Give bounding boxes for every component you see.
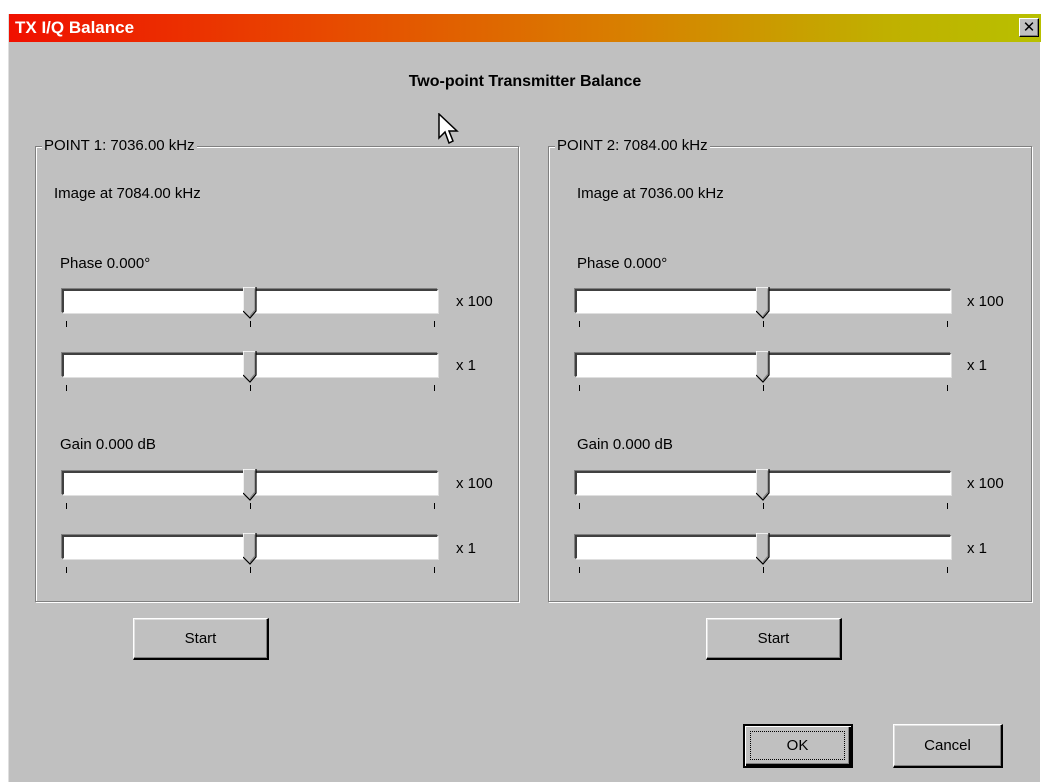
point2-gain-coarse-slider[interactable] [575, 469, 951, 513]
point2-gain-fine-scale: x 1 [967, 540, 988, 557]
point2-legend: POINT 2: 7084.00 kHz [555, 137, 710, 154]
slider-tick [66, 567, 67, 573]
point1-gain-coarse-scale: x 100 [456, 475, 493, 492]
point2-phase-coarse-slider[interactable] [575, 287, 951, 331]
slider-tick [66, 321, 67, 327]
point1-phase-coarse-slider[interactable] [62, 287, 438, 331]
point1-group: POINT 1: 7036.00 kHz Image at 7084.00 kH… [35, 137, 519, 602]
point2-phase-fine-slider[interactable] [575, 351, 951, 395]
slider-tick [250, 503, 251, 509]
slider-thumb[interactable] [243, 287, 257, 319]
slider-tick [250, 567, 251, 573]
point1-legend: POINT 1: 7036.00 kHz [42, 137, 197, 154]
slider-tick [763, 567, 764, 573]
slider-thumb[interactable] [243, 533, 257, 565]
close-icon: ✕ [1022, 18, 1036, 36]
slider-tick [434, 567, 435, 573]
mouse-pointer-icon [438, 113, 459, 145]
slider-tick [947, 503, 948, 509]
slider-tick [579, 385, 580, 391]
point2-group: POINT 2: 7084.00 kHz Image at 7036.00 kH… [548, 137, 1032, 602]
title-bar[interactable]: TX I/Q Balance ✕ [9, 14, 1041, 42]
slider-tick [763, 321, 764, 327]
point1-gain-label: Gain 0.000 dB [60, 436, 156, 453]
slider-thumb[interactable] [756, 533, 770, 565]
point2-gain-fine-slider[interactable] [575, 533, 951, 577]
slider-tick [434, 321, 435, 327]
point1-phase-label: Phase 0.000° [60, 255, 151, 272]
slider-tick [434, 503, 435, 509]
slider-tick [579, 567, 580, 573]
point2-start-button[interactable]: Start [706, 618, 842, 660]
point2-phase-coarse-scale: x 100 [967, 293, 1004, 310]
slider-tick [579, 321, 580, 327]
point1-phase-coarse-scale: x 100 [456, 293, 493, 310]
slider-tick [434, 385, 435, 391]
point1-phase-fine-scale: x 1 [456, 357, 477, 374]
slider-thumb[interactable] [243, 469, 257, 501]
point1-gain-coarse-slider[interactable] [62, 469, 438, 513]
slider-thumb[interactable] [756, 469, 770, 501]
point1-image-text: Image at 7084.00 kHz [54, 185, 201, 202]
slider-tick [763, 503, 764, 509]
point1-gain-fine-slider[interactable] [62, 533, 438, 577]
ok-button[interactable]: OK [743, 724, 853, 768]
slider-tick [947, 567, 948, 573]
slider-tick [250, 385, 251, 391]
point2-gain-coarse-scale: x 100 [967, 475, 1004, 492]
point1-start-button[interactable]: Start [133, 618, 269, 660]
slider-thumb[interactable] [756, 287, 770, 319]
dialog-heading: Two-point Transmitter Balance [408, 73, 642, 90]
slider-tick [66, 385, 67, 391]
point1-phase-fine-slider[interactable] [62, 351, 438, 395]
window-title: TX I/Q Balance [15, 18, 135, 37]
point2-image-text: Image at 7036.00 kHz [577, 185, 724, 202]
close-button[interactable]: ✕ [1019, 18, 1039, 37]
slider-thumb[interactable] [243, 351, 257, 383]
slider-tick [947, 321, 948, 327]
slider-thumb[interactable] [756, 351, 770, 383]
point2-phase-fine-scale: x 1 [967, 357, 988, 374]
tx-iq-balance-dialog: TX I/Q Balance ✕ Two-point Transmitter B… [8, 14, 1041, 782]
slider-tick [250, 321, 251, 327]
point2-phase-label: Phase 0.000° [577, 255, 668, 272]
point1-gain-fine-scale: x 1 [456, 540, 477, 557]
slider-tick [947, 385, 948, 391]
point2-gain-label: Gain 0.000 dB [577, 436, 673, 453]
slider-tick [66, 503, 67, 509]
cancel-button[interactable]: Cancel [893, 724, 1003, 768]
ok-button-label: OK [750, 731, 845, 760]
slider-tick [763, 385, 764, 391]
slider-tick [579, 503, 580, 509]
